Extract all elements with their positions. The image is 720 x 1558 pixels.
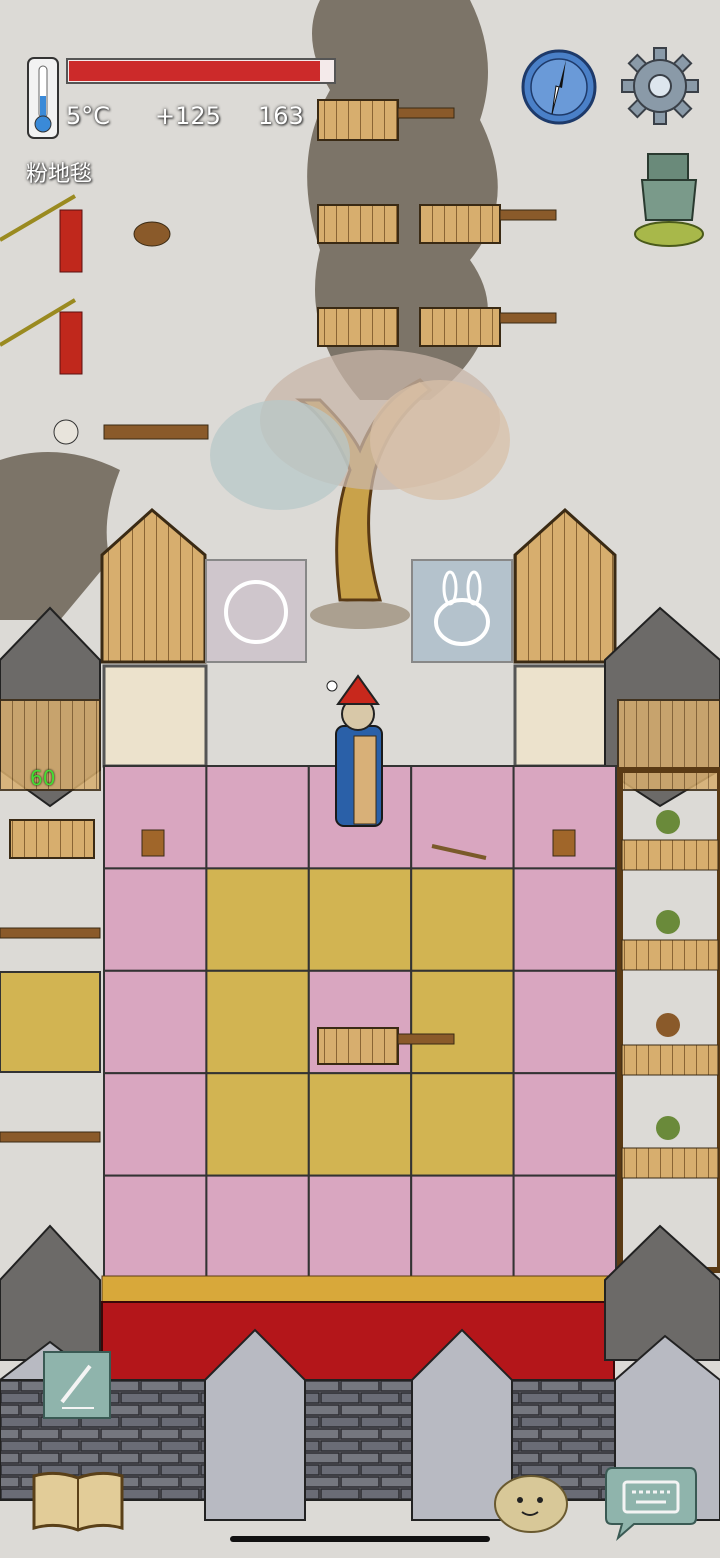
rabbit-rug bbox=[411, 559, 513, 663]
pink-carpet-tile[interactable] bbox=[103, 1072, 208, 1177]
box bbox=[9, 819, 95, 859]
potato-face-icon[interactable] bbox=[492, 1470, 570, 1534]
age-indicator: 60 bbox=[30, 766, 56, 790]
open-book-icon[interactable] bbox=[30, 1468, 126, 1534]
basket bbox=[133, 221, 171, 247]
red-curtain-wall bbox=[101, 1275, 615, 1385]
yum-bonus: +125 bbox=[155, 102, 221, 130]
bucket bbox=[141, 829, 165, 857]
pink-carpet-tile[interactable] bbox=[512, 969, 617, 1075]
pink-carpet-tile[interactable] bbox=[205, 1174, 310, 1279]
pink-carpet-tile[interactable] bbox=[512, 867, 617, 972]
skull bbox=[53, 419, 79, 445]
bear-rug bbox=[205, 559, 307, 663]
yellow-carpet-tile[interactable] bbox=[410, 1072, 515, 1177]
health-bar bbox=[66, 57, 336, 85]
yellow-carpet-tile[interactable] bbox=[410, 969, 515, 1075]
yellow-carpet-tile[interactable] bbox=[307, 867, 413, 972]
fence-kit bbox=[317, 1027, 399, 1065]
pink-carpet-tile[interactable] bbox=[103, 1174, 208, 1279]
pink-carpet-tile[interactable] bbox=[410, 1174, 515, 1279]
yellow-carpet-tile[interactable] bbox=[205, 1072, 310, 1177]
yellow-carpet-tile[interactable] bbox=[205, 969, 310, 1075]
yellow-carpet-tile[interactable] bbox=[307, 1072, 413, 1177]
game-world[interactable] bbox=[0, 0, 720, 1558]
pink-carpet-tile[interactable] bbox=[307, 1174, 413, 1279]
plaster-wall bbox=[102, 664, 208, 768]
plaster-wall bbox=[513, 664, 617, 768]
pink-carpet-tile[interactable] bbox=[205, 765, 310, 870]
gear-icon[interactable] bbox=[620, 46, 700, 126]
pencil-note-icon[interactable] bbox=[42, 1350, 112, 1420]
coin-icon[interactable] bbox=[632, 150, 706, 250]
bucket bbox=[552, 829, 576, 857]
thermometer-icon bbox=[26, 56, 60, 140]
home-indicator bbox=[230, 1536, 490, 1542]
pink-carpet-tile[interactable] bbox=[103, 969, 208, 1075]
yellow-carpet bbox=[0, 971, 101, 1073]
yum-count: 163 bbox=[258, 102, 304, 130]
carpet-grid bbox=[103, 765, 617, 1279]
pink-carpet-tile[interactable] bbox=[512, 1072, 617, 1177]
yellow-carpet-tile[interactable] bbox=[410, 867, 515, 972]
pink-carpet-tile[interactable] bbox=[512, 1174, 617, 1279]
yellow-carpet-tile[interactable] bbox=[205, 867, 310, 972]
compass-icon[interactable] bbox=[520, 48, 598, 126]
temperature-readout: 5°C bbox=[66, 102, 111, 130]
held-item-label: 粉地毯 bbox=[26, 162, 93, 187]
keyboard-icon[interactable] bbox=[604, 1462, 698, 1542]
pink-carpet-tile[interactable] bbox=[103, 867, 208, 972]
